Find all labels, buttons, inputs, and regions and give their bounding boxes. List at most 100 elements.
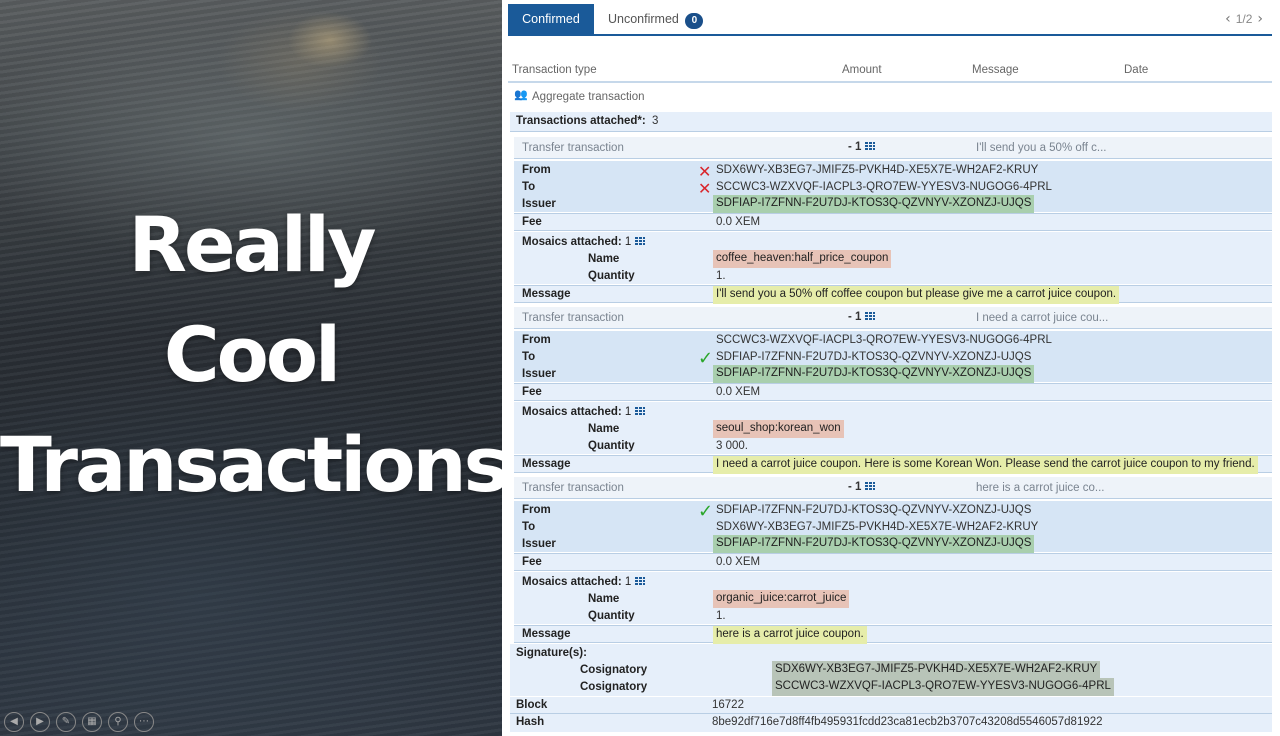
name-label: Name: [588, 423, 620, 435]
col-transaction-type: Transaction type: [512, 64, 597, 76]
grid-icon: [864, 142, 875, 151]
hash-value[interactable]: 8be92df716e7d8ff4fb495931fcdd23ca81ecb2b…: [712, 716, 1103, 728]
issuer-address[interactable]: SDFIAP-I7ZFNN-F2U7DJ-KTOS3Q-QZVNYV-XZONZ…: [713, 535, 1035, 553]
mosaics-label: Mosaics attached: 1: [522, 406, 645, 418]
cross-icon: ✕: [698, 179, 712, 198]
aggregate-row[interactable]: 👥 Aggregate transaction: [514, 88, 1272, 108]
presentation-slide: Really Cool Transactions ◀ ▶ ✎ ▦ ⚲ ⋯: [0, 0, 502, 736]
from-address[interactable]: SDX6WY-XB3EG7-JMIFZ5-PVKH4D-XE5X7E-WH2AF…: [716, 164, 1038, 176]
transaction-amount: - 1: [848, 481, 875, 493]
mosaics-block: Mosaics attached: 1 Name seoul_shop:kore…: [514, 402, 1272, 454]
from-address[interactable]: SCCWC3-WZXVQF-IACPL3-QRO7EW-YYESV3-NUGOG…: [716, 334, 1052, 346]
from-label: From: [522, 164, 551, 176]
slide-title-line-3: Transactions: [0, 420, 502, 509]
col-amount: Amount: [842, 64, 882, 76]
transaction-type: Transfer transaction: [522, 482, 624, 494]
quantity-label: Quantity: [588, 440, 635, 452]
message-label: Message: [522, 288, 571, 300]
tab-confirmed[interactable]: Confirmed: [508, 4, 594, 36]
from-address[interactable]: SDFIAP-I7ZFNN-F2U7DJ-KTOS3Q-QZVNYV-XZONZ…: [716, 504, 1031, 516]
table-header: Transaction type Amount Message Date: [508, 61, 1272, 83]
from-label: From: [522, 504, 551, 516]
slide-title-line-2: Cool: [163, 310, 341, 399]
mosaics-label: Mosaics attached: 1: [522, 576, 645, 588]
to-label: To: [522, 521, 536, 533]
check-icon: ✓: [698, 501, 714, 522]
attached-count: 3: [652, 115, 659, 127]
message-text: I'll send you a 50% off coffee coupon bu…: [713, 286, 1120, 304]
check-icon: ✓: [698, 348, 714, 369]
transaction-parties: From SDX6WY-XB3EG7-JMIFZ5-PVKH4D-XE5X7E-…: [514, 161, 1272, 213]
message-row: Message I need a carrot juice coupon. He…: [514, 455, 1272, 474]
grid-icon: [634, 237, 645, 246]
transaction-parties: From SDFIAP-I7ZFNN-F2U7DJ-KTOS3Q-QZVNYV-…: [514, 501, 1272, 553]
message-label: Message: [522, 628, 571, 640]
mosaics-block: Mosaics attached: 1 Name organic_juice:c…: [514, 572, 1272, 624]
cross-icon: ✕: [698, 162, 712, 181]
prev-icon[interactable]: ◀: [4, 712, 24, 732]
issuer-label: Issuer: [522, 368, 556, 380]
fee-value: 0.0 XEM: [716, 216, 761, 228]
more-icon[interactable]: ⋯: [134, 712, 154, 732]
to-label: To: [522, 181, 536, 193]
hash-label: Hash: [516, 716, 545, 728]
message-text: I need a carrot juice coupon. Here is so…: [713, 456, 1258, 474]
mosaic-name[interactable]: organic_juice:carrot_juice: [713, 590, 850, 608]
col-date: Date: [1124, 64, 1149, 76]
transfer-transaction-row[interactable]: Transfer transaction - 1 I need a carrot…: [514, 307, 1272, 329]
signatures-block: Signature(s): Cosignatory SDX6WY-XB3EG7-…: [510, 644, 1272, 696]
fee-label: Fee: [522, 386, 542, 398]
to-address[interactable]: SDX6WY-XB3EG7-JMIFZ5-PVKH4D-XE5X7E-WH2AF…: [716, 521, 1038, 533]
col-message: Message: [972, 64, 1019, 76]
to-address[interactable]: SCCWC3-WZXVQF-IACPL3-QRO7EW-YYESV3-NUGOG…: [716, 181, 1052, 193]
mosaics-label: Mosaics attached: 1: [522, 236, 645, 248]
cosignatory-label: Cosignatory: [580, 664, 648, 676]
pen-icon[interactable]: ✎: [56, 712, 76, 732]
users-icon: 👥: [514, 88, 528, 101]
transaction-message-preview: here is a carrot juice co...: [976, 482, 1105, 494]
grid-icon: [634, 407, 645, 416]
fee-label: Fee: [522, 216, 542, 228]
transaction-type: Transfer transaction: [522, 142, 624, 154]
mosaic-name[interactable]: coffee_heaven:half_price_coupon: [713, 250, 892, 268]
chevron-left-icon[interactable]: ‹: [1220, 11, 1236, 27]
transaction-type: Transfer transaction: [522, 312, 624, 324]
transaction-message-preview: I'll send you a 50% off c...: [976, 142, 1107, 154]
grid-icon: [864, 482, 875, 491]
transaction-parties: From SCCWC3-WZXVQF-IACPL3-QRO7EW-YYESV3-…: [514, 331, 1272, 383]
block-value[interactable]: 16722: [712, 699, 744, 711]
block-label: Block: [516, 699, 548, 711]
mosaic-quantity: 3 000.: [716, 440, 748, 452]
tab-unconfirmed[interactable]: Unconfirmed 0: [608, 4, 704, 36]
tab-unconfirmed-label: Unconfirmed: [608, 12, 679, 26]
to-address[interactable]: SDFIAP-I7ZFNN-F2U7DJ-KTOS3Q-QZVNYV-XZONZ…: [716, 351, 1031, 363]
slideshow-controls: ◀ ▶ ✎ ▦ ⚲ ⋯: [4, 712, 154, 732]
cosignatory-address[interactable]: SDX6WY-XB3EG7-JMIFZ5-PVKH4D-XE5X7E-WH2AF…: [772, 661, 1101, 679]
issuer-address[interactable]: SDFIAP-I7ZFNN-F2U7DJ-KTOS3Q-QZVNYV-XZONZ…: [713, 365, 1035, 383]
issuer-label: Issuer: [522, 198, 556, 210]
transfer-transaction-row[interactable]: Transfer transaction - 1 here is a carro…: [514, 477, 1272, 499]
next-icon[interactable]: ▶: [30, 712, 50, 732]
from-label: From: [522, 334, 551, 346]
transaction-amount: - 1: [848, 311, 875, 323]
slides-icon[interactable]: ▦: [82, 712, 102, 732]
message-label: Message: [522, 458, 571, 470]
grid-icon: [634, 577, 645, 586]
mosaic-quantity: 1.: [716, 610, 726, 622]
transaction-amount: - 1: [848, 141, 875, 153]
message-text: here is a carrot juice coupon.: [713, 626, 867, 644]
zoom-icon[interactable]: ⚲: [108, 712, 128, 732]
chevron-right-icon[interactable]: ›: [1252, 11, 1268, 27]
mosaic-name[interactable]: seoul_shop:korean_won: [713, 420, 844, 438]
aggregate-type: Aggregate transaction: [532, 91, 645, 103]
attached-row: Transactions attached*: 3: [510, 112, 1272, 132]
page-indicator: 1/2: [1235, 12, 1253, 26]
fee-value: 0.0 XEM: [716, 556, 761, 568]
hash-row: Hash 8be92df716e7d8ff4fb495931fcdd23ca81…: [510, 714, 1272, 732]
fee-row: Fee 0.0 XEM: [514, 553, 1272, 571]
cosignatory-address[interactable]: SCCWC3-WZXVQF-IACPL3-QRO7EW-YYESV3-NUGOG…: [772, 678, 1114, 696]
transfer-transaction-row[interactable]: Transfer transaction - 1 I'll send you a…: [514, 137, 1272, 159]
issuer-address[interactable]: SDFIAP-I7ZFNN-F2U7DJ-KTOS3Q-QZVNYV-XZONZ…: [713, 195, 1035, 213]
explorer-panel: Confirmed Unconfirmed 0 ‹ 1/2 › Transactio…: [502, 0, 1280, 736]
mosaic-quantity: 1.: [716, 270, 726, 282]
